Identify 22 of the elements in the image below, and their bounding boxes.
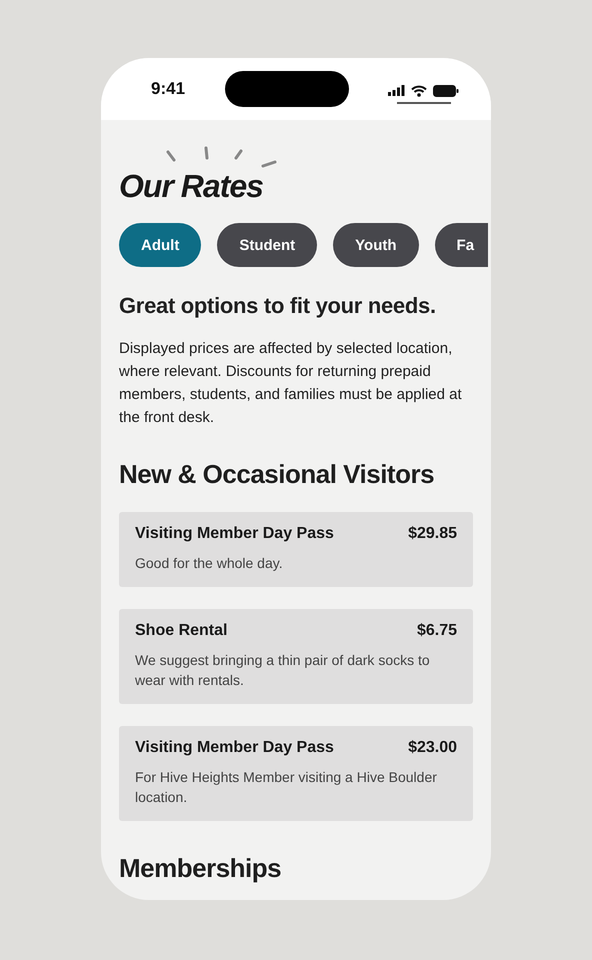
rate-description: For Hive Heights Member visiting a Hive Boulder location.: [135, 768, 438, 807]
rate-name: Shoe Rental: [135, 622, 228, 640]
rate-description: Good for the whole day.: [135, 554, 284, 573]
page-title: Our Rates: [119, 168, 264, 205]
wifi-icon: [411, 84, 427, 96]
rate-tab[interactable]: Fa: [434, 223, 488, 267]
section-heading: New & Occasional Visitors: [119, 459, 436, 490]
section-heading: Memberships: [119, 853, 282, 884]
rate-price: $6.75: [416, 622, 457, 640]
rate-tab[interactable]: Youth: [333, 223, 419, 267]
rate-name: Visiting Member Day Pass: [135, 739, 334, 757]
signal-icon: [388, 85, 405, 96]
rate-tab[interactable]: Adult: [119, 223, 202, 267]
rate-name: Visiting Member Day Pass: [135, 525, 334, 543]
rate-price: $23.00: [408, 739, 457, 757]
intro-text: Displayed prices are affected by selected location, where relevant. Discounts for returning prepaid members, students, and families must be applied at the front desk.: [119, 339, 463, 428]
rate-tab[interactable]: Student: [217, 223, 318, 267]
status-time: 9:41: [151, 79, 186, 99]
battery-icon: [433, 84, 459, 96]
rate-description: We suggest bringing a thin pair of dark socks to wear with rentals.: [135, 651, 431, 690]
subtitle: Great options to fit your needs.: [119, 293, 437, 319]
rate-price: $29.85: [408, 525, 457, 543]
